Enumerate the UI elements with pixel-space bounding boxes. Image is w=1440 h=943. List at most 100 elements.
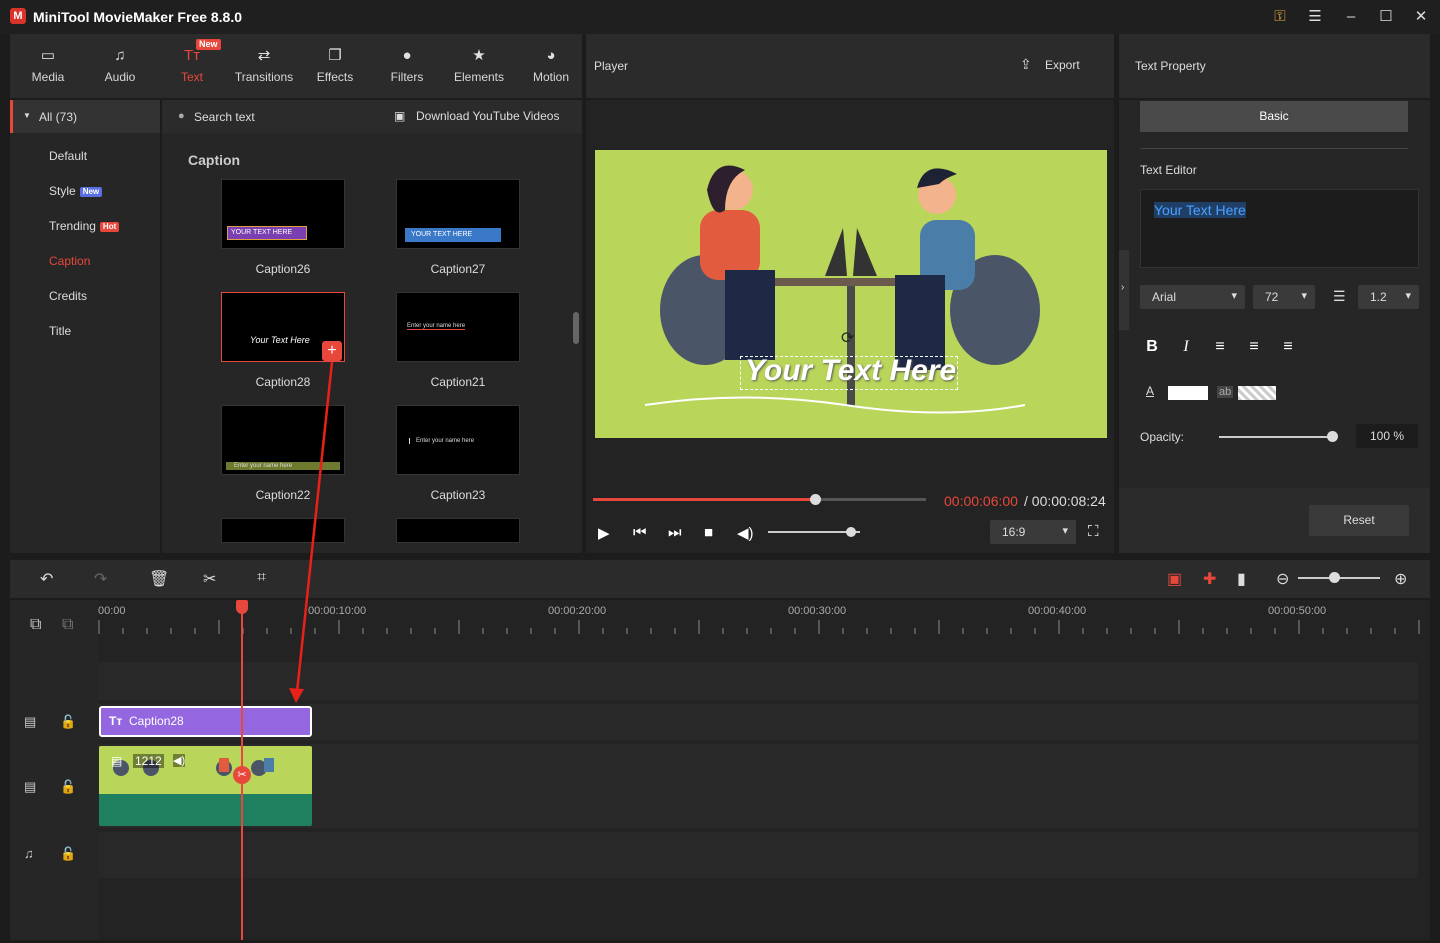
export-button[interactable]: Export (1045, 58, 1080, 72)
download-youtube-link[interactable]: Download YouTube Videos (416, 109, 559, 123)
category-default[interactable]: Default (49, 149, 87, 163)
play-icon[interactable]: ▶ (598, 524, 610, 542)
playhead-handle[interactable] (236, 600, 248, 614)
zoom-in-icon[interactable]: ⊕ (1394, 569, 1407, 589)
aspect-ratio-select[interactable]: 16:9 ▾ (990, 520, 1076, 544)
volume-icon[interactable]: ◀) (173, 754, 186, 767)
opacity-track[interactable] (1219, 436, 1334, 438)
zoom-knob[interactable] (1329, 572, 1340, 583)
lock-icon[interactable]: 🔓 (60, 846, 76, 862)
text-editor-field[interactable]: Your Text Here (1140, 189, 1419, 268)
video-overlay-text[interactable]: Your Text Here (745, 354, 956, 388)
title-bar: M MiniTool MovieMaker Free 8.8.0 ⚿ ☰ – ☐… (0, 0, 1440, 34)
stop-icon[interactable]: ■ (704, 524, 713, 541)
category-title[interactable]: Title (49, 324, 71, 338)
search-input[interactable]: Search text (194, 110, 255, 124)
video-preview[interactable]: Your Text Here ⟳ (595, 150, 1107, 438)
progress-knob[interactable] (810, 494, 822, 505)
split-icon[interactable]: ✂ (203, 569, 216, 589)
key-icon[interactable]: ⚿ (1268, 6, 1292, 28)
caption-thumbnail-partial[interactable] (396, 518, 520, 543)
menu-icon[interactable]: ☰ (1303, 6, 1327, 28)
redo-icon[interactable]: ↷ (94, 569, 107, 589)
caption-clip[interactable]: Tт Caption28 (99, 706, 312, 737)
motion-icon: ◕ (546, 47, 556, 64)
tab-audio[interactable]: ♫ Audio (85, 34, 155, 98)
close-button[interactable]: ✕ (1409, 6, 1433, 28)
filters-icon: ● (402, 47, 412, 64)
opacity-knob[interactable] (1327, 431, 1338, 442)
caption21-thumbnail[interactable]: Enter your name here (396, 292, 520, 362)
minimize-button[interactable]: – (1339, 6, 1363, 28)
player-header: Player ⇪ Export (586, 34, 1114, 98)
category-all[interactable]: All (73) ▼ (10, 100, 160, 133)
font-select[interactable]: Arial ▾ (1140, 285, 1245, 309)
video-clip[interactable]: ▤ 1212 ◀) (99, 746, 312, 826)
video-illustration (644, 165, 1040, 414)
category-trending[interactable]: Trending Hot (49, 219, 120, 233)
tab-basic[interactable]: Basic (1140, 101, 1408, 132)
empty-track[interactable] (98, 662, 1418, 700)
rotate-handle-icon[interactable]: ⟳ (841, 328, 854, 348)
category-style[interactable]: Style New (49, 184, 103, 198)
caption-thumbnail-partial[interactable] (221, 518, 345, 543)
maximize-button[interactable]: ☐ (1374, 6, 1398, 28)
lock-icon[interactable]: 🔓 (60, 779, 76, 795)
volume-knob[interactable] (845, 527, 856, 537)
panel-collapse-handle[interactable]: › (1119, 250, 1129, 330)
audio-track-icon[interactable]: ▮ (1237, 569, 1246, 589)
scrollbar-thumb[interactable] (573, 312, 579, 344)
player-title: Player (594, 59, 629, 73)
background-color-icon: ab (1217, 386, 1234, 398)
zoom-out-icon[interactable]: ⊖ (1276, 569, 1289, 589)
category-caption[interactable]: Caption (49, 254, 90, 268)
add-plus-icon[interactable]: + (322, 341, 342, 361)
video-clip-frames (113, 758, 274, 776)
volume-icon[interactable]: ◀) (737, 524, 754, 542)
lock-icon[interactable]: 🔓 (60, 714, 76, 730)
tab-motion[interactable]: ◕ Motion (516, 34, 586, 98)
next-frame-icon[interactable]: ⏭ (668, 524, 682, 541)
remove-track-icon[interactable]: ⧉ (62, 616, 73, 634)
caption26-thumbnail[interactable]: YOUR TEXT HERE (221, 179, 345, 249)
add-track-icon[interactable]: ⧉ (30, 616, 41, 634)
chevron-down-icon: ▾ (1405, 290, 1411, 302)
category-credits[interactable]: Credits (49, 289, 87, 303)
background-color-swatch[interactable] (1238, 386, 1276, 400)
undo-icon[interactable]: ↶ (40, 569, 53, 589)
snap-icon[interactable]: ✚ (1203, 569, 1216, 589)
align-right-icon[interactable]: ≡ (1276, 335, 1300, 359)
tab-effects[interactable]: ❐ Effects (300, 34, 370, 98)
align-left-icon[interactable]: ≡ (1208, 335, 1232, 359)
font-size-select[interactable]: 72 ▾ (1253, 285, 1315, 309)
tab-elements[interactable]: ★ Elements (444, 34, 514, 98)
caption23-thumbnail[interactable]: Enter your name here (396, 405, 520, 475)
text-color-swatch[interactable] (1168, 386, 1208, 400)
crop-icon[interactable]: ⌗ (257, 569, 266, 587)
tab-transitions[interactable]: ⇄ Transitions (229, 34, 299, 98)
opacity-value[interactable]: 100 % (1356, 424, 1418, 448)
caption28-thumbnail[interactable]: Your Text Here + (221, 292, 345, 362)
export-icon: ⇪ (1020, 56, 1032, 72)
delete-icon[interactable]: 🗑 (149, 569, 169, 589)
total-time: / 00:00:08:24 (1024, 493, 1106, 509)
fit-timeline-icon[interactable]: ▣ (1167, 569, 1182, 589)
tab-media[interactable]: ▭ Media (13, 34, 83, 98)
align-center-icon[interactable]: ≡ (1242, 335, 1266, 359)
fullscreen-icon[interactable]: ⛶ (1088, 523, 1099, 540)
player-area: Your Text Here ⟳ 00:00:06:00 / 00:00:08:… (586, 100, 1114, 553)
tab-filters[interactable]: ● Filters (372, 34, 442, 98)
text-editor-value: Your Text Here (1154, 202, 1246, 218)
category-style-label: Style (49, 184, 76, 198)
reset-button[interactable]: Reset (1309, 505, 1409, 536)
caption22-thumbnail[interactable]: Enter your name here (221, 405, 345, 475)
main-toolbar: ▭ Media ♫ Audio Tт Text New ⇄ Transitions ❐ E… (10, 34, 582, 98)
audio-track[interactable] (98, 832, 1418, 878)
prev-frame-icon[interactable]: ⏮ (633, 524, 647, 541)
italic-button[interactable]: I (1174, 335, 1198, 359)
caption27-thumbnail[interactable]: YOUR TEXT HERE (396, 179, 520, 249)
line-spacing-select[interactable]: 1.2 ▾ (1358, 285, 1419, 309)
split-scissors-icon[interactable]: ✂ (233, 766, 251, 784)
bold-button[interactable]: B (1140, 335, 1164, 359)
category-sidebar: All (73) ▼ Default Style New Trending Hot … (10, 100, 160, 553)
